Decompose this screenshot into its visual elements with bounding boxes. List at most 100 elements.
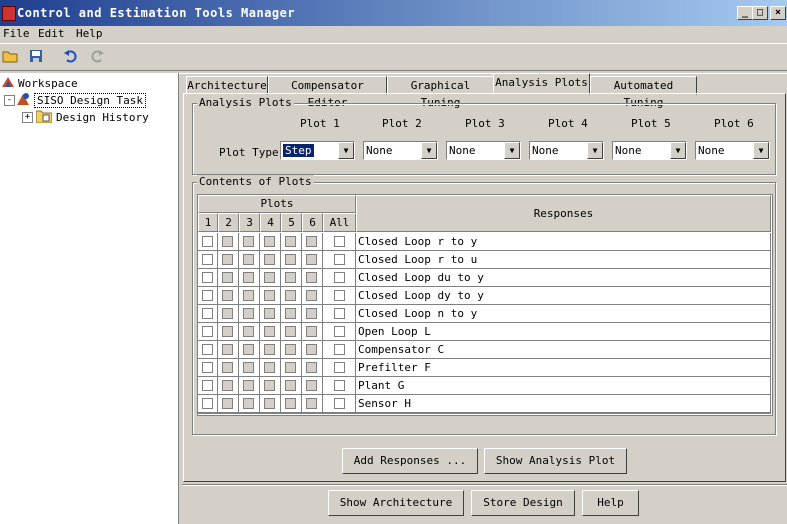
response-label: Prefilter F <box>356 359 771 377</box>
tree-collapse-toggle[interactable]: - <box>4 95 15 106</box>
chevron-down-icon[interactable]: ▼ <box>753 142 769 159</box>
table-cell <box>302 287 323 305</box>
table-cell <box>198 341 218 359</box>
table-cell <box>239 359 260 377</box>
plot-6-select[interactable]: None ▼ <box>695 141 770 160</box>
show-architecture-button[interactable]: Show Architecture <box>328 490 464 516</box>
checkbox-all[interactable] <box>334 308 345 319</box>
checkbox-plot-1[interactable] <box>202 344 213 355</box>
table-cell <box>281 359 302 377</box>
table-cell <box>323 341 356 359</box>
checkbox-plot-4 <box>264 272 275 283</box>
plot-1-select[interactable]: Step ▼ <box>280 141 355 160</box>
workspace-icon <box>2 76 14 88</box>
checkbox-plot-1[interactable] <box>202 272 213 283</box>
checkbox-plot-1[interactable] <box>202 290 213 301</box>
chevron-down-icon[interactable]: ▼ <box>421 142 437 159</box>
table-cell <box>218 359 239 377</box>
table-cell <box>198 287 218 305</box>
column-header-all: All <box>323 213 356 232</box>
response-label: Open Loop L <box>356 323 771 341</box>
siso-task-icon <box>16 92 30 106</box>
response-label: Closed Loop r to u <box>356 251 771 269</box>
plot-5-select[interactable]: None ▼ <box>612 141 687 160</box>
checkbox-plot-1[interactable] <box>202 380 213 391</box>
plot-type-label: Plot Type <box>219 146 279 159</box>
chevron-down-icon[interactable]: ▼ <box>670 142 686 159</box>
add-responses-button[interactable]: Add Responses ... <box>342 448 478 474</box>
checkbox-all[interactable] <box>334 236 345 247</box>
chevron-down-icon[interactable]: ▼ <box>587 142 603 159</box>
app-icon <box>2 6 16 21</box>
save-icon[interactable] <box>28 48 44 64</box>
menu-help[interactable]: Help <box>76 27 103 40</box>
undo-icon[interactable] <box>62 48 78 64</box>
maximize-button[interactable]: □ <box>752 6 768 20</box>
checkbox-plot-5 <box>285 362 296 373</box>
checkbox-all[interactable] <box>334 272 345 283</box>
toolbar-separator <box>0 43 787 44</box>
checkbox-plot-1[interactable] <box>202 308 213 319</box>
close-button[interactable]: × <box>770 6 786 20</box>
plot-3-header: Plot 3 <box>465 117 505 130</box>
column-header-4: 4 <box>260 213 281 232</box>
checkbox-all[interactable] <box>334 380 345 391</box>
redo-icon <box>90 48 106 64</box>
workspace-tree[interactable] <box>0 73 179 524</box>
checkbox-all[interactable] <box>334 290 345 301</box>
checkbox-plot-5 <box>285 254 296 265</box>
menu-file[interactable]: File <box>3 27 30 40</box>
checkbox-plot-1[interactable] <box>202 326 213 337</box>
contents-of-plots-group-label: Contents of Plots <box>197 175 314 188</box>
tab-analysis-plots[interactable]: Analysis Plots <box>493 73 590 95</box>
store-design-button[interactable]: Store Design <box>471 490 575 516</box>
checkbox-plot-2 <box>222 236 233 247</box>
table-cell <box>239 287 260 305</box>
table-cell <box>302 323 323 341</box>
checkbox-plot-3 <box>243 326 254 337</box>
table-cell <box>281 341 302 359</box>
menu-edit[interactable]: Edit <box>38 27 65 40</box>
table-cell <box>260 323 281 341</box>
table-cell <box>302 341 323 359</box>
chevron-down-icon[interactable]: ▼ <box>338 142 354 159</box>
checkbox-plot-5 <box>285 380 296 391</box>
tree-item-workspace[interactable]: Workspace <box>18 77 78 90</box>
help-button[interactable]: Help <box>582 490 639 516</box>
checkbox-plot-1[interactable] <box>202 254 213 265</box>
checkbox-plot-1[interactable] <box>202 362 213 373</box>
folder-open-icon[interactable] <box>2 48 18 64</box>
checkbox-all[interactable] <box>334 362 345 373</box>
plot-2-header: Plot 2 <box>382 117 422 130</box>
show-analysis-plot-button[interactable]: Show Analysis Plot <box>484 448 627 474</box>
table-cell <box>239 395 260 413</box>
plot-2-select[interactable]: None ▼ <box>363 141 438 160</box>
checkbox-plot-1[interactable] <box>202 236 213 247</box>
checkbox-all[interactable] <box>334 398 345 409</box>
minimize-button[interactable]: _ <box>737 6 753 20</box>
tree-item-design-history[interactable]: Design History <box>56 111 149 124</box>
checkbox-plot-4 <box>264 344 275 355</box>
chevron-down-icon[interactable]: ▼ <box>504 142 520 159</box>
plot-6-value: None <box>698 144 725 157</box>
plot-3-select[interactable]: None ▼ <box>446 141 521 160</box>
checkbox-all[interactable] <box>334 254 345 265</box>
table-cell <box>198 269 218 287</box>
table-cell <box>323 395 356 413</box>
tree-item-siso-design-task[interactable]: SISO Design Task <box>34 93 146 108</box>
table-cell <box>302 305 323 323</box>
checkbox-plot-3 <box>243 308 254 319</box>
table-cell <box>218 341 239 359</box>
table-cell <box>218 251 239 269</box>
table-cell <box>239 305 260 323</box>
table-cell <box>198 323 218 341</box>
table-cell <box>198 377 218 395</box>
table-cell <box>302 269 323 287</box>
checkbox-all[interactable] <box>334 326 345 337</box>
checkbox-all[interactable] <box>334 344 345 355</box>
table-cell <box>302 251 323 269</box>
checkbox-plot-3 <box>243 236 254 247</box>
tree-expand-toggle[interactable]: + <box>22 112 33 123</box>
checkbox-plot-1[interactable] <box>202 398 213 409</box>
plot-4-select[interactable]: None ▼ <box>529 141 604 160</box>
